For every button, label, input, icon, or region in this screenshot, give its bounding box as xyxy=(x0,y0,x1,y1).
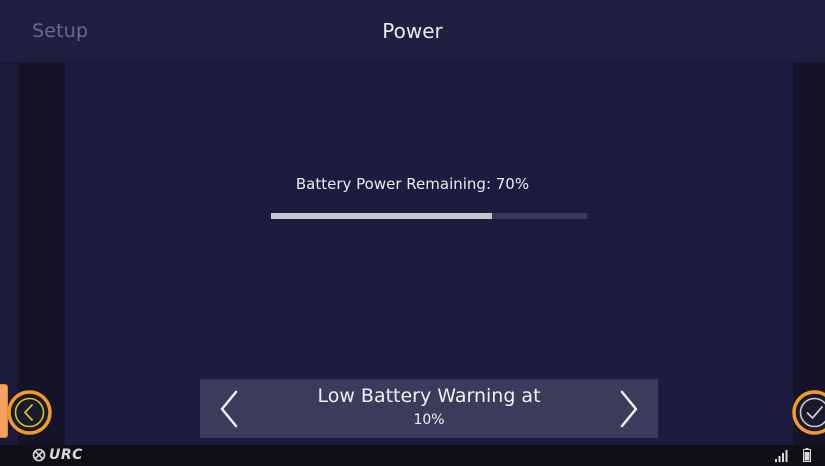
confirm-button[interactable] xyxy=(790,388,825,437)
logo-text: URC xyxy=(49,447,83,463)
battery-icon xyxy=(803,448,811,462)
low-battery-warning-selector: Low Battery Warning at 10% xyxy=(200,379,658,438)
chevron-left-circle-icon xyxy=(7,390,52,435)
header-bar: Setup Power xyxy=(0,0,825,62)
battery-progress-fill xyxy=(271,213,493,219)
warning-value: 10% xyxy=(413,412,445,428)
check-circle-icon xyxy=(792,390,825,435)
warning-text-block: Low Battery Warning at 10% xyxy=(260,384,598,430)
urc-logo-icon xyxy=(32,448,46,462)
signal-icon xyxy=(775,450,788,462)
battery-progress-bar xyxy=(271,213,587,219)
page-title: Power xyxy=(382,19,443,43)
urc-logo: URC xyxy=(32,447,83,463)
chevron-left-icon xyxy=(220,390,238,427)
warning-label: Low Battery Warning at xyxy=(317,385,541,407)
battery-remaining-label: Battery Power Remaining: 70% xyxy=(295,175,530,193)
status-bar: URC xyxy=(0,445,825,466)
warning-decrease-button[interactable] xyxy=(204,379,254,438)
warning-increase-button[interactable] xyxy=(604,379,654,438)
power-setup-screen: Setup Power Battery Power Remaining: 70%… xyxy=(0,0,825,466)
back-button[interactable] xyxy=(5,388,54,437)
chevron-right-icon xyxy=(620,390,638,427)
